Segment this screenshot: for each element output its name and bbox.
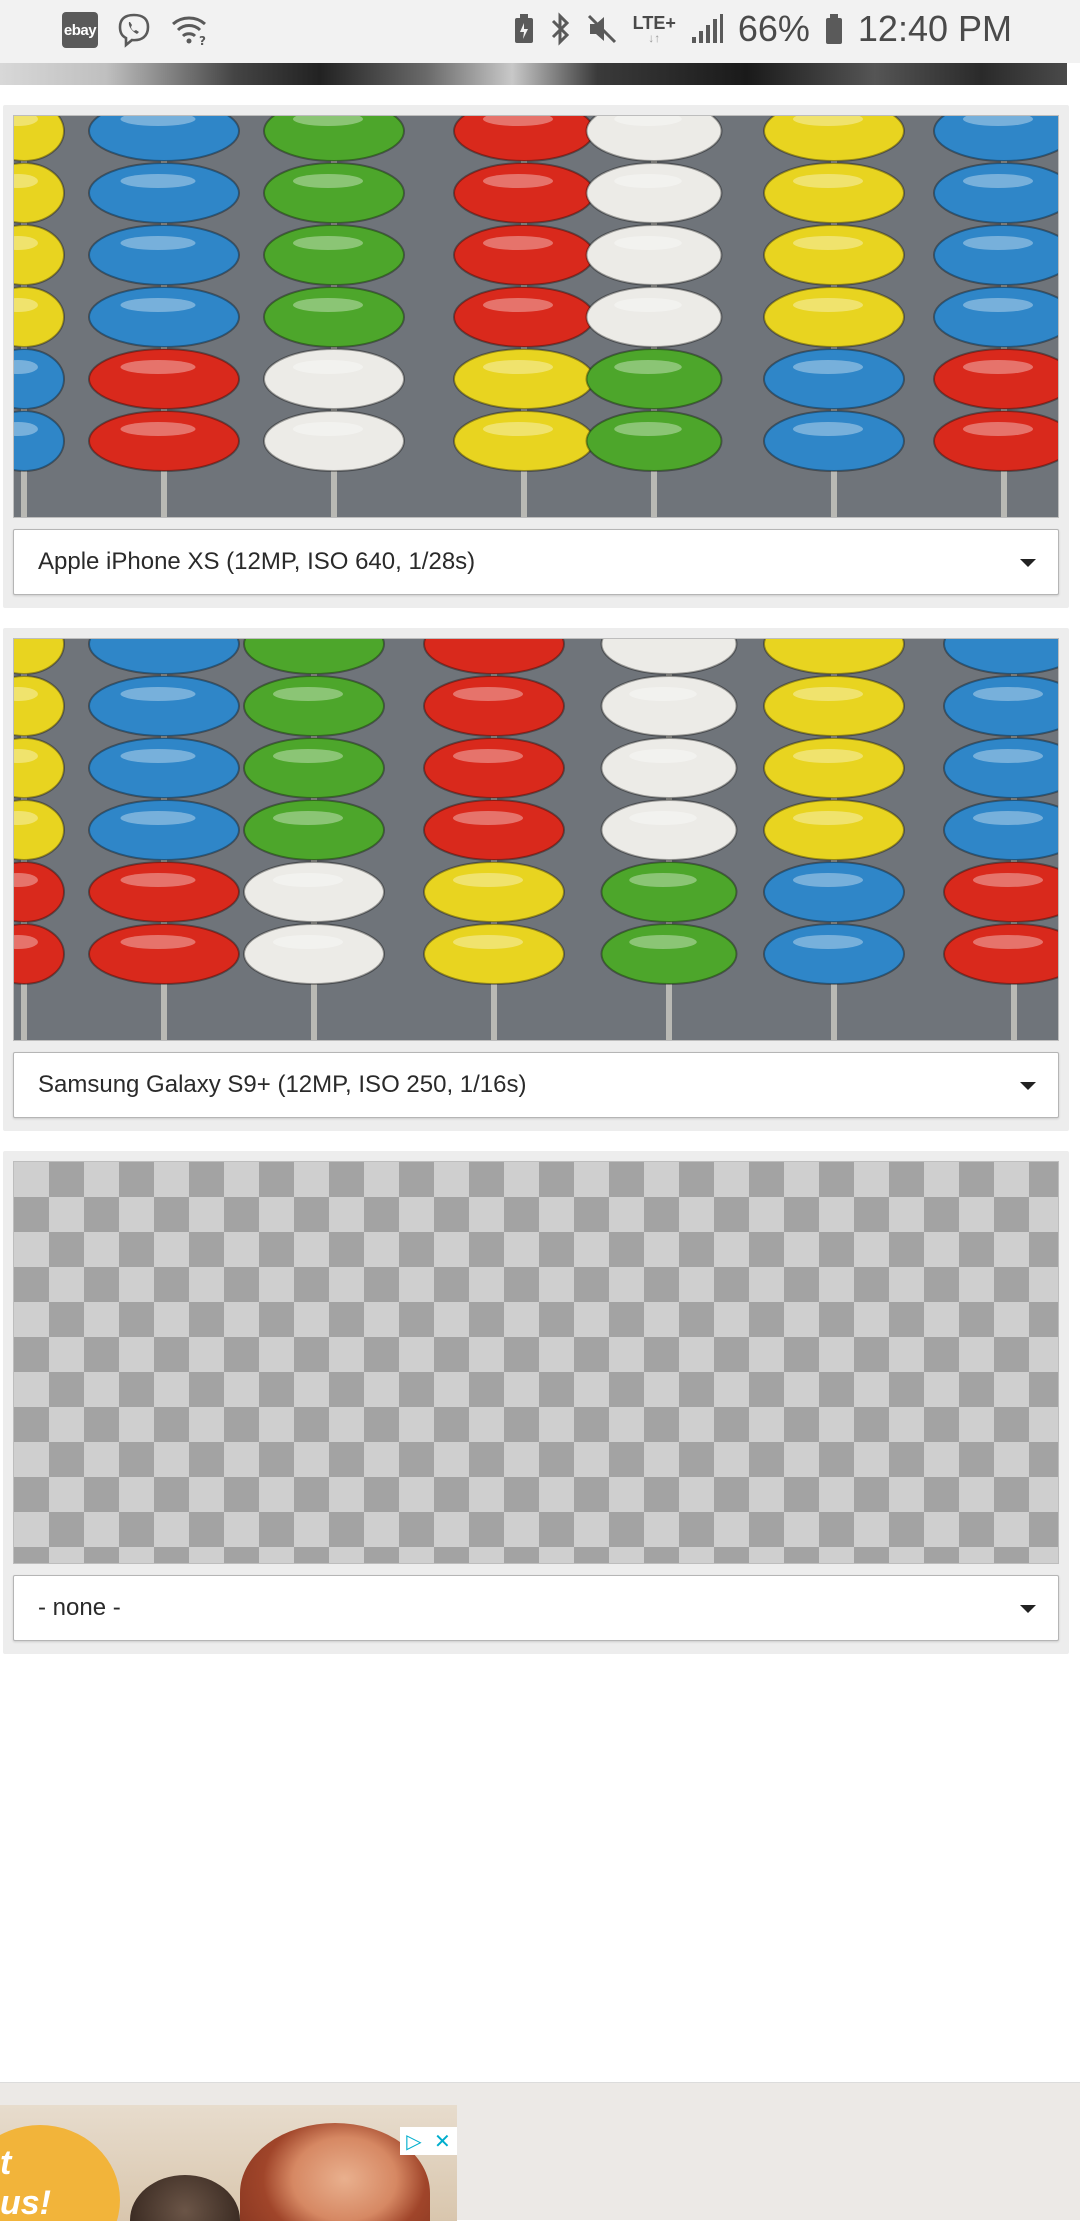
camera-select-2[interactable]: Samsung Galaxy S9+ (12MP, ISO 250, 1/16s… (13, 1052, 1059, 1118)
battery-saver-icon (514, 14, 533, 43)
ad-text-line-1: t (0, 2144, 12, 2182)
network-indicator: LTE+ ↓↑ (633, 14, 676, 44)
empty-photo-placeholder (13, 1161, 1059, 1564)
signal-icon (691, 14, 723, 43)
camera-select-value: Samsung Galaxy S9+ (12MP, ISO 250, 1/16s… (38, 1071, 527, 1098)
camera-select-1[interactable]: Apple iPhone XS (12MP, ISO 640, 1/28s) (13, 529, 1059, 595)
svg-text:?: ? (199, 34, 206, 46)
status-bar-right: LTE+ ↓↑ 66% 12:40 PM (513, 8, 1012, 50)
comparison-card-3: - none - (3, 1151, 1069, 1654)
network-label: LTE+ (632, 13, 676, 33)
adchoices-icon[interactable]: ▷ (406, 2129, 421, 2153)
close-icon[interactable]: ✕ (434, 2129, 451, 2153)
ad-photo-person (130, 2175, 240, 2221)
comparison-card-1: Apple iPhone XS (12MP, ISO 640, 1/28s) (3, 105, 1069, 608)
ebay-icon: ebay (62, 12, 98, 48)
comparison-card-2: Samsung Galaxy S9+ (12MP, ISO 250, 1/16s… (3, 628, 1069, 1131)
clock: 12:40 PM (857, 8, 1012, 49)
hero-image-partial (0, 63, 1067, 85)
camera-select-value: - none - (38, 1594, 121, 1621)
abacus-beads-image (14, 116, 1058, 517)
status-bar-left: ebay ? (62, 12, 208, 48)
mute-icon (587, 14, 616, 44)
abacus-beads-image (14, 639, 1058, 1040)
status-bar: ebay ? LTE+ ↓↑ 66% 12:40 PM (0, 0, 1080, 63)
transparency-checkerboard (14, 1162, 1058, 1563)
sample-photo-1 (13, 115, 1059, 518)
ad-banner-area: t us! ▷ ✕ (0, 2082, 1080, 2221)
bluetooth-icon (551, 12, 569, 46)
ad-text-line-2: us! (0, 2184, 51, 2221)
data-arrows-icon: ↓↑ (648, 31, 661, 45)
ad-text: t us! (0, 2143, 51, 2221)
dropdown-caret-icon (1020, 559, 1036, 567)
sample-photo-2 (13, 638, 1059, 1041)
camera-select-value: Apple iPhone XS (12MP, ISO 640, 1/28s) (38, 548, 476, 575)
ad-banner[interactable]: t us! ▷ ✕ (0, 2105, 457, 2221)
battery-icon (825, 14, 842, 44)
viber-icon (118, 13, 150, 48)
wifi-icon: ? (172, 16, 206, 46)
camera-select-3[interactable]: - none - (13, 1575, 1059, 1641)
battery-percent: 66% (737, 8, 810, 49)
dropdown-caret-icon (1020, 1605, 1036, 1613)
ad-choices-badge: ▷ ✕ (400, 2127, 457, 2155)
dropdown-caret-icon (1020, 1082, 1036, 1090)
